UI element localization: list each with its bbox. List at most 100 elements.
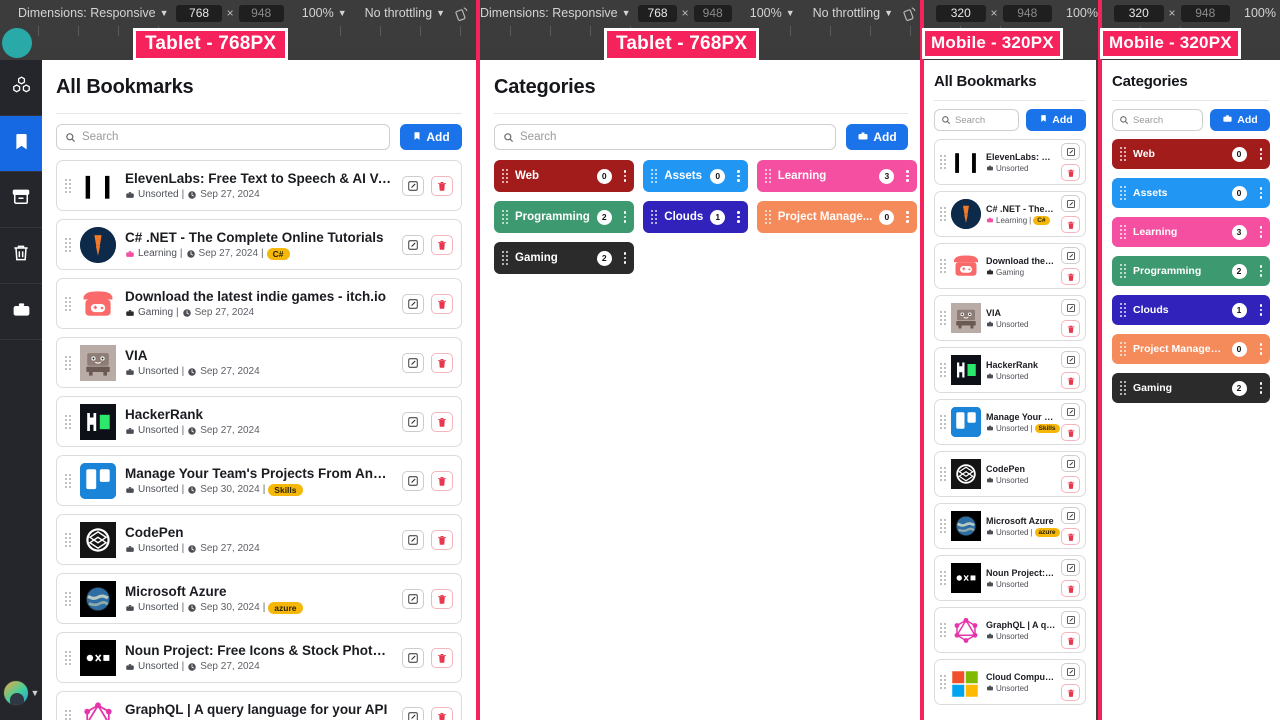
kebab-menu-icon[interactable] bbox=[1254, 265, 1262, 277]
drag-handle-icon[interactable] bbox=[65, 473, 71, 488]
category-card[interactable]: Gaming 2 bbox=[494, 242, 635, 274]
edit-bookmark-button[interactable] bbox=[402, 647, 424, 668]
category-card[interactable]: Programming 2 bbox=[1112, 256, 1270, 286]
delete-bookmark-button[interactable] bbox=[1061, 684, 1080, 701]
bookmark-row[interactable]: VIA Unsorted | Sep 27, 2024 bbox=[56, 337, 462, 388]
search-input[interactable]: Search bbox=[56, 124, 390, 150]
delete-bookmark-button[interactable] bbox=[431, 234, 453, 255]
drag-handle-icon[interactable] bbox=[65, 709, 71, 720]
width-input-1[interactable]: 768 bbox=[176, 4, 222, 22]
add-category-button[interactable]: Add bbox=[846, 124, 908, 150]
category-card[interactable]: Clouds 1 bbox=[1112, 295, 1270, 325]
zoom-dropdown-2[interactable]: 100% ▼ bbox=[746, 6, 799, 20]
delete-bookmark-button[interactable] bbox=[1061, 164, 1080, 181]
throttling-dropdown-1[interactable]: No throttling ▼ bbox=[361, 6, 449, 20]
user-menu[interactable]: ▼ bbox=[0, 680, 42, 720]
category-card[interactable]: Clouds 1 bbox=[643, 201, 748, 233]
kebab-menu-icon[interactable] bbox=[901, 211, 909, 223]
delete-bookmark-button[interactable] bbox=[1061, 372, 1080, 389]
edit-bookmark-button[interactable] bbox=[402, 234, 424, 255]
delete-bookmark-button[interactable] bbox=[1061, 320, 1080, 337]
delete-bookmark-button[interactable] bbox=[1061, 424, 1080, 441]
edit-bookmark-button[interactable] bbox=[1061, 403, 1080, 420]
rotate-device-icon-2[interactable] bbox=[903, 6, 918, 21]
edit-bookmark-button[interactable] bbox=[402, 175, 424, 196]
zoom-label-3[interactable]: 100% bbox=[1062, 6, 1102, 20]
edit-bookmark-button[interactable] bbox=[402, 588, 424, 609]
kebab-menu-icon[interactable] bbox=[619, 252, 627, 264]
bookmark-row[interactable]: Noun Project: Free Icons & Stock Photos … bbox=[56, 632, 462, 683]
drag-handle-icon[interactable] bbox=[940, 311, 946, 325]
category-card[interactable]: Learning 3 bbox=[756, 160, 917, 192]
edit-bookmark-button[interactable] bbox=[1061, 507, 1080, 524]
sidebar-item-bookmarks[interactable] bbox=[0, 116, 42, 172]
throttling-dropdown-2[interactable]: No throttling ▼ bbox=[809, 6, 897, 20]
kebab-menu-icon[interactable] bbox=[1254, 226, 1262, 238]
kebab-menu-icon[interactable] bbox=[901, 170, 909, 182]
drag-handle-icon[interactable] bbox=[65, 355, 71, 370]
edit-bookmark-button[interactable] bbox=[1061, 559, 1080, 576]
sidebar-item-all-bookmarks[interactable] bbox=[0, 60, 42, 116]
kebab-menu-icon[interactable] bbox=[1254, 382, 1262, 394]
drag-handle-icon[interactable] bbox=[1120, 225, 1126, 239]
drag-handle-icon[interactable] bbox=[940, 623, 946, 637]
kebab-menu-icon[interactable] bbox=[732, 211, 740, 223]
height-input-1[interactable]: 948 bbox=[238, 4, 284, 22]
drag-handle-icon[interactable] bbox=[764, 210, 771, 224]
dimensions-dropdown-1[interactable]: Dimensions: Responsive ▼ bbox=[14, 6, 172, 20]
edit-bookmark-button[interactable] bbox=[1061, 611, 1080, 628]
edit-bookmark-button[interactable] bbox=[402, 411, 424, 432]
bookmark-row[interactable]: CodePen Unsorted | Sep 27, 2024 bbox=[56, 514, 462, 565]
drag-handle-icon[interactable] bbox=[940, 519, 946, 533]
drag-handle-icon[interactable] bbox=[651, 210, 658, 224]
edit-bookmark-button[interactable] bbox=[1061, 143, 1080, 160]
bookmark-row[interactable]: ❙❙ ElevenLabs: Free Text to Speech & AI … bbox=[56, 160, 462, 211]
drag-handle-icon[interactable] bbox=[1120, 264, 1126, 278]
category-card[interactable]: Assets 0 bbox=[643, 160, 748, 192]
drag-handle-icon[interactable] bbox=[764, 169, 771, 183]
drag-handle-icon[interactable] bbox=[940, 155, 946, 169]
add-bookmark-button[interactable]: Add bbox=[1026, 109, 1086, 131]
drag-handle-icon[interactable] bbox=[1120, 147, 1126, 161]
height-input-3[interactable]: 948 bbox=[1002, 4, 1053, 22]
bookmark-row[interactable]: C# .NET - The Complete ... Learning |C# bbox=[934, 191, 1086, 237]
delete-bookmark-button[interactable] bbox=[431, 588, 453, 609]
bookmark-row[interactable]: GraphQL | A query language for your API … bbox=[56, 691, 462, 720]
drag-handle-icon[interactable] bbox=[940, 363, 946, 377]
add-category-button[interactable]: Add bbox=[1210, 109, 1270, 131]
zoom-dropdown-1[interactable]: 100% ▼ bbox=[298, 6, 351, 20]
bookmark-row[interactable]: Microsoft Azure Unsorted | Sep 30, 2024 | a… bbox=[56, 573, 462, 624]
zoom-label-4[interactable]: 100% bbox=[1240, 6, 1280, 20]
bookmark-row[interactable]: Download the latest indie games - itch.i… bbox=[56, 278, 462, 329]
category-card[interactable]: Web 0 bbox=[494, 160, 635, 192]
drag-handle-icon[interactable] bbox=[65, 532, 71, 547]
drag-handle-icon[interactable] bbox=[1120, 303, 1126, 317]
bookmark-row[interactable]: HackerRank Unsorted | Sep 27, 2024 bbox=[56, 396, 462, 447]
delete-bookmark-button[interactable] bbox=[1061, 476, 1080, 493]
bookmark-row[interactable]: Cloud Computing Servic... Unsorted bbox=[934, 659, 1086, 705]
category-card[interactable]: Learning 3 bbox=[1112, 217, 1270, 247]
bookmark-row[interactable]: C# .NET - The Complete Online Tutorials … bbox=[56, 219, 462, 270]
drag-handle-icon[interactable] bbox=[940, 467, 946, 481]
category-card[interactable]: Gaming 2 bbox=[1112, 373, 1270, 403]
width-input-2[interactable]: 768 bbox=[638, 4, 677, 22]
kebab-menu-icon[interactable] bbox=[732, 170, 740, 182]
drag-handle-icon[interactable] bbox=[502, 169, 508, 183]
edit-bookmark-button[interactable] bbox=[1061, 455, 1080, 472]
width-input-4[interactable]: 320 bbox=[1114, 4, 1164, 22]
width-input-3[interactable]: 320 bbox=[936, 4, 986, 22]
delete-bookmark-button[interactable] bbox=[1061, 268, 1080, 285]
height-input-2[interactable]: 948 bbox=[693, 4, 732, 22]
bookmark-row[interactable]: ❙❙ ElevenLabs: Free Text to ... Unsorted bbox=[934, 139, 1086, 185]
drag-handle-icon[interactable] bbox=[502, 251, 508, 265]
category-card[interactable]: Web 0 bbox=[1112, 139, 1270, 169]
drag-handle-icon[interactable] bbox=[940, 259, 946, 273]
search-input[interactable]: Search bbox=[494, 124, 836, 150]
edit-bookmark-button[interactable] bbox=[402, 470, 424, 491]
drag-handle-icon[interactable] bbox=[502, 210, 508, 224]
kebab-menu-icon[interactable] bbox=[1254, 304, 1262, 316]
delete-bookmark-button[interactable] bbox=[431, 470, 453, 491]
drag-handle-icon[interactable] bbox=[651, 169, 658, 183]
bookmark-row[interactable]: Download the latest indi... Gaming bbox=[934, 243, 1086, 289]
drag-handle-icon[interactable] bbox=[940, 415, 946, 429]
